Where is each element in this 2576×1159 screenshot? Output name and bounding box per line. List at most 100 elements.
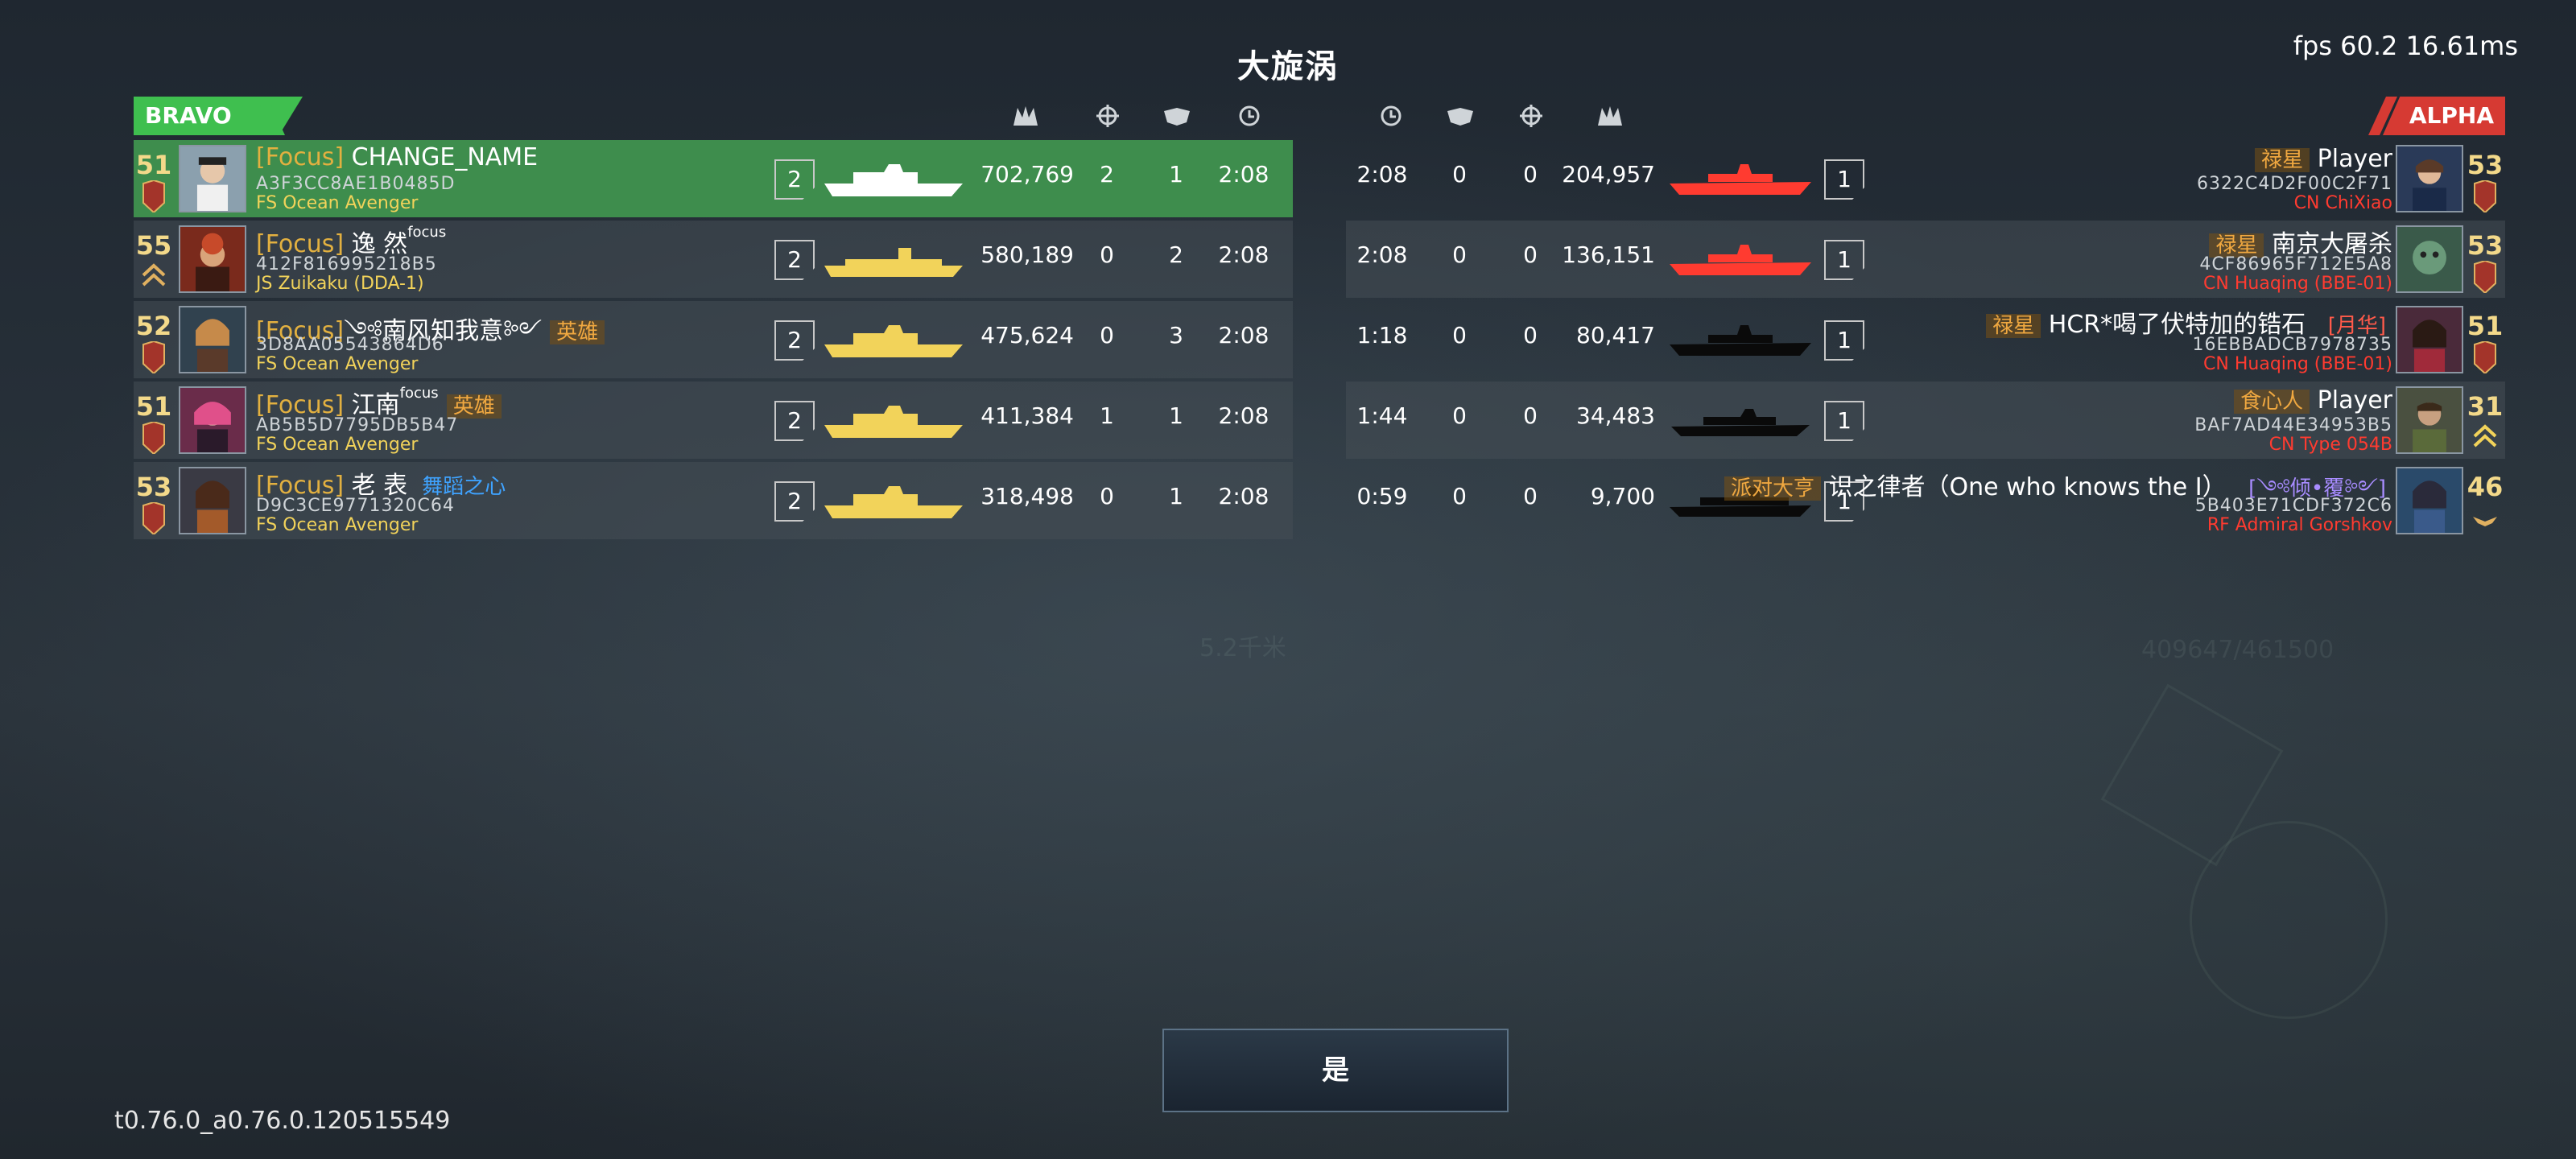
fps-readout: fps 60.2 16.61ms (2293, 31, 2518, 61)
score-value: 411,384 (980, 402, 1074, 429)
ship-count: 1 (1824, 240, 1864, 280)
player-level: 51 (135, 391, 172, 422)
avatar[interactable] (179, 306, 246, 373)
ship-silhouette-icon (824, 486, 963, 518)
rank-badge-icon (142, 422, 165, 454)
rank-wings-icon (2473, 517, 2497, 526)
player-row-bravo-5[interactable]: 53 [Focus] 老 表舞蹈之心 D9C3CE9771320C64 FS O… (134, 462, 1293, 539)
avatar[interactable] (2396, 225, 2463, 293)
player-tag: 英雄 (550, 320, 605, 344)
player-id: 4CF86965F712E5A8 (2199, 254, 2392, 274)
score-value: 702,769 (980, 161, 1074, 188)
kills-icon (1598, 106, 1622, 126)
score-value: 80,417 (1576, 322, 1655, 349)
ship-name: CN Huaqing (BBE-01) (2203, 274, 2392, 294)
confirm-button[interactable]: 是 (1162, 1029, 1509, 1112)
score-value: 204,957 (1562, 161, 1655, 188)
player-name[interactable]: 食心人 Player (2226, 385, 2392, 415)
player-id: 5B403E71CDF372C6 (2194, 496, 2392, 516)
player-level: 53 (2467, 150, 2504, 180)
rank-badge-icon (2474, 261, 2496, 293)
ship-silhouette-icon (824, 325, 963, 357)
kills-icon (1013, 106, 1038, 126)
crosshair-icon (1520, 105, 1542, 127)
kills-value: 0 (1100, 322, 1114, 349)
avatar[interactable] (2396, 306, 2463, 373)
assists-value: 0 (1452, 161, 1467, 188)
avatar[interactable] (2396, 467, 2463, 534)
rank-badge-icon (2474, 180, 2496, 212)
player-id: AB5B5D7795DB5B47 (256, 415, 459, 435)
player-tag: 禄星 (2255, 148, 2310, 172)
player-row-alpha-4[interactable]: 1:44 0 0 34,483 1 食心人 Player BAF7AD44E34… (1346, 382, 2505, 459)
score-value: 475,624 (980, 322, 1074, 349)
player-row-bravo-3[interactable]: 52 [Focus]༺南风知我意༻ 英雄 3D8AA05543864D6 FS O… (134, 301, 1293, 378)
score-value: 34,483 (1576, 402, 1655, 429)
player-level: 51 (2467, 311, 2504, 341)
player-level: 55 (135, 230, 172, 261)
avatar[interactable] (179, 467, 246, 534)
player-id: 6322C4D2F00C2F71 (2197, 174, 2392, 194)
focus-superscript: focus (399, 385, 439, 402)
crosshair-icon (1096, 105, 1119, 127)
ship-silhouette-icon (824, 164, 963, 196)
ship-name: FS Ocean Avenger (256, 515, 419, 535)
alpha-stripes-icon (2368, 97, 2415, 135)
assists-value: 0 (1452, 241, 1467, 268)
rank-badge-icon (142, 341, 165, 373)
player-row-bravo-4[interactable]: 51 [Focus] 江南focus英雄 AB5B5D7795DB5B47 FS… (134, 382, 1293, 459)
player-row-alpha-3[interactable]: 1:18 0 0 80,417 1 禄星 HCR*喝了伏特加的锆石 [月华] 1… (1346, 301, 2505, 378)
player-row-alpha-1[interactable]: 2:08 0 0 204,957 1 禄星 Player 6322C4D2F00… (1346, 140, 2505, 217)
assist-icon (1447, 108, 1473, 126)
ship-silhouette-icon (1671, 409, 1810, 436)
ship-count: 2 (774, 159, 815, 200)
player-id: D9C3CE9771320C64 (256, 496, 455, 516)
ship-name: FS Ocean Avenger (256, 193, 419, 213)
player-row-bravo-1[interactable]: 51 [Focus] CHANGE_NAME A3F3CC8AE1B0485D … (134, 140, 1293, 217)
ship-silhouette-icon (824, 248, 963, 277)
player-row-bravo-2[interactable]: 55 [Focus] 逸 然focus 412F816995218B5 JS Z… (134, 221, 1293, 298)
avatar[interactable] (179, 225, 246, 293)
time-value: 2:08 (1218, 241, 1269, 268)
player-row-alpha-5[interactable]: 0:59 0 0 9,700 1 派对大亨 识之律者（One who knows… (1346, 462, 2505, 539)
score-value: 136,151 (1562, 241, 1655, 268)
ship-count: 1 (1824, 401, 1864, 441)
player-tag: 派对大亨 (1724, 476, 1821, 501)
player-name[interactable]: 禄星 Player (2247, 143, 2392, 173)
player-row-alpha-2[interactable]: 2:08 0 0 136,151 1 禄星 南京大屠杀 4CF86965F712… (1346, 221, 2505, 298)
rank-chevron-icon (2473, 424, 2497, 448)
ship-silhouette-icon (1670, 245, 1811, 275)
player-level: 53 (135, 472, 172, 502)
avatar[interactable] (179, 145, 246, 212)
kills-value: 2 (1100, 161, 1114, 188)
player-level: 31 (2467, 391, 2504, 422)
time-value: 2:08 (1356, 161, 1408, 188)
ship-name: JS Zuikaku (DDA-1) (256, 274, 424, 294)
player-name-text: Player (2317, 145, 2392, 173)
rank-badge-icon (142, 502, 165, 534)
ship-count: 1 (1824, 159, 1864, 200)
time-value: 1:18 (1356, 322, 1408, 349)
avatar[interactable] (2396, 386, 2463, 454)
player-tag: 禄星 (1986, 314, 2041, 338)
player-name[interactable]: [Focus] CHANGE_NAME (256, 143, 538, 171)
clock-icon (1381, 105, 1402, 126)
time-value: 2:08 (1356, 241, 1408, 268)
rank-badge-icon (2474, 341, 2496, 373)
ship-count: 2 (774, 401, 815, 441)
ship-name: FS Ocean Avenger (256, 435, 419, 455)
time-value: 1:44 (1356, 402, 1408, 429)
avatar[interactable] (179, 386, 246, 454)
assist-icon (1164, 108, 1190, 126)
assists-value: 1 (1169, 402, 1183, 429)
ship-name: CN Type 054B (2268, 435, 2392, 455)
focus-superscript: focus (407, 224, 447, 241)
ship-name: FS Ocean Avenger (256, 354, 419, 374)
background-hud-text: 5.2千米 (1199, 634, 1286, 662)
score-value: 580,189 (980, 241, 1074, 268)
ship-count: 2 (774, 240, 815, 280)
time-value: 2:08 (1218, 402, 1269, 429)
ship-count: 1 (1824, 320, 1864, 361)
avatar[interactable] (2396, 145, 2463, 212)
player-tag: 食心人 (2234, 390, 2310, 414)
